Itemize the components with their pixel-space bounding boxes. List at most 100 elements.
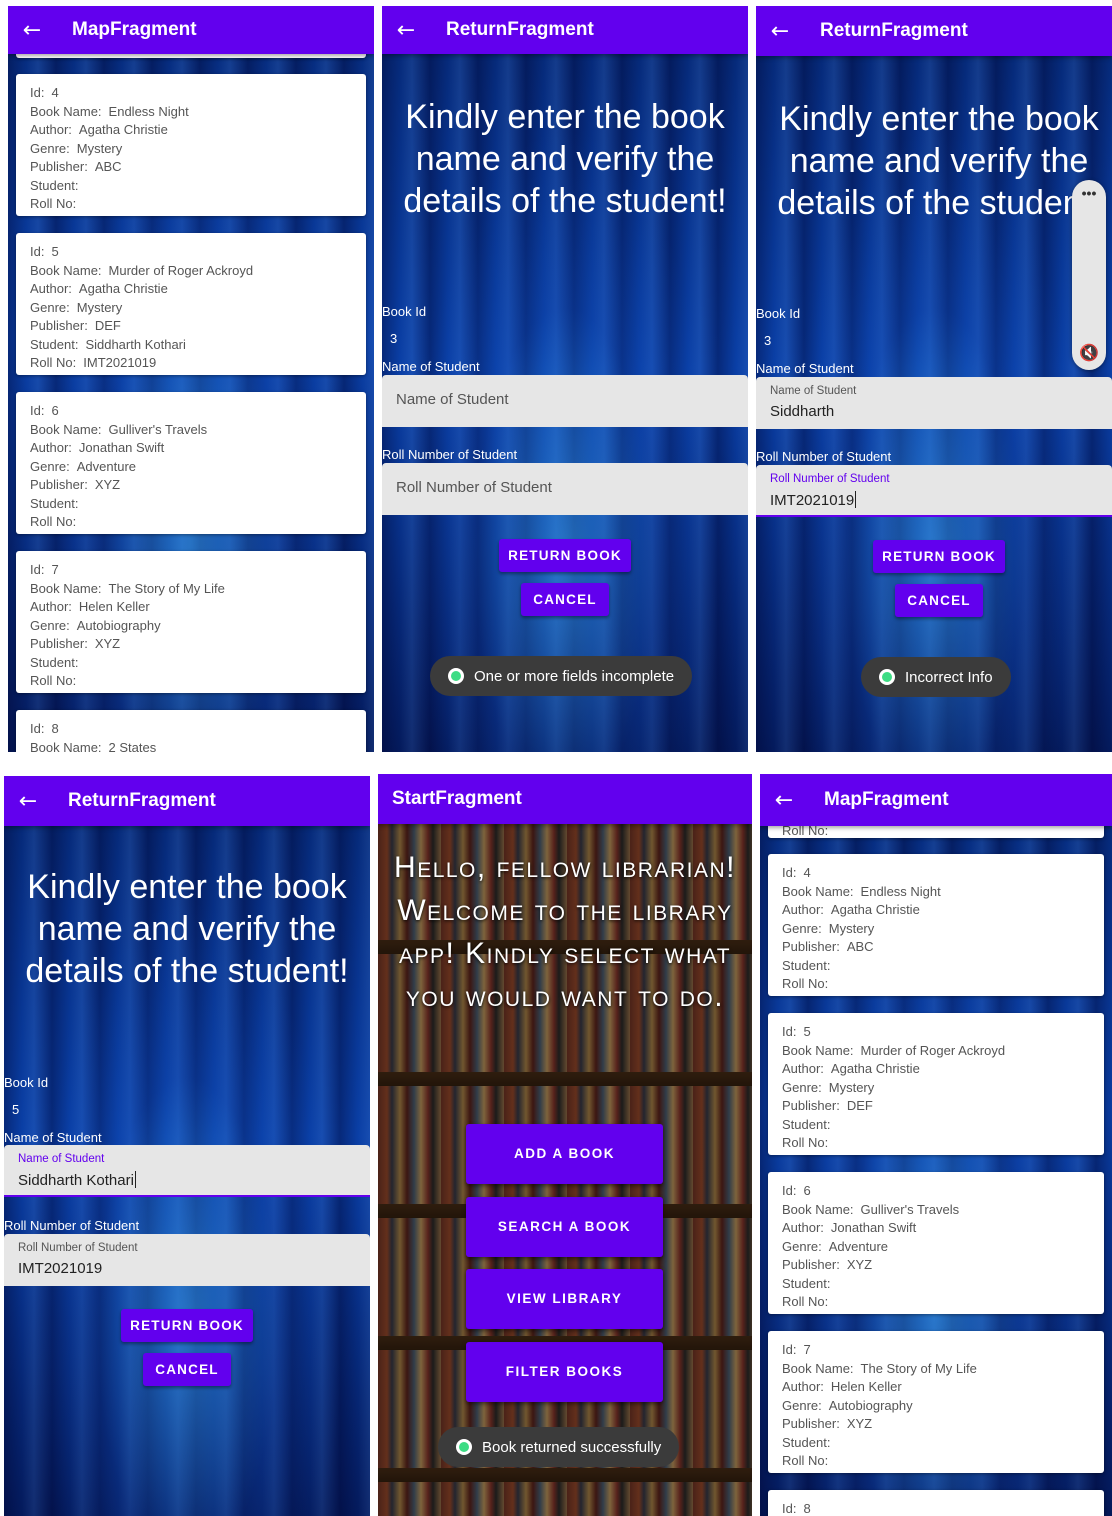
return-heading: Kindly enter the book name and verify th… [403, 98, 727, 220]
toast-message: Incorrect Info [861, 657, 1011, 697]
mute-icon[interactable]: 🔇 [1072, 343, 1106, 362]
field-key: Genre: [30, 617, 70, 633]
field-key: Student: [782, 957, 831, 973]
book-name: Murder of Roger Ackroyd [860, 1042, 1006, 1058]
more-options-icon[interactable]: ••• [1072, 185, 1106, 201]
field-key: Book Name: [30, 262, 102, 278]
book-publisher: XYZ [846, 1416, 873, 1431]
book-genre: Mystery [76, 140, 123, 156]
roll-number-label: Roll Number of Student [4, 1218, 140, 1233]
book-author: Helen Keller [78, 599, 150, 614]
field-key: Publisher: [30, 477, 88, 492]
book-publisher: ABC [94, 159, 122, 174]
book-id-label: Book Id [756, 306, 801, 321]
book-publisher: XYZ [94, 477, 121, 492]
list-item[interactable]: Id: 4 Book Name: Endless Night Author: Agat… [16, 74, 366, 216]
cancel-button[interactable]: CANCEL [143, 1353, 231, 1386]
back-arrow-icon[interactable]: ← [382, 18, 430, 43]
book-author: Agatha Christie [830, 902, 920, 917]
field-key: Id: [782, 1183, 797, 1198]
app-bar-title: ReturnFragment [446, 19, 594, 40]
field-key: Author: [782, 1220, 824, 1235]
list-item[interactable]: Id: 7 Book Name: The Story of My Life Auth… [768, 1331, 1104, 1473]
roll-number-field[interactable]: Roll Number of Student IMT2021019 [4, 1234, 370, 1286]
return-book-button[interactable]: RETURN BOOK [873, 540, 1005, 573]
back-arrow-icon[interactable]: ← [8, 18, 56, 43]
list-item[interactable]: Id: 6 Book Name: Gulliver's Travels Author… [768, 1172, 1104, 1314]
toast-text: Book returned successfully [482, 1438, 662, 1456]
toast-text: One or more fields incomplete [474, 667, 675, 685]
field-key: Genre: [30, 299, 70, 315]
field-key: Id: [30, 721, 45, 736]
toast-message: One or more fields incomplete [430, 656, 693, 696]
list-item[interactable]: Id: 6 Book Name: Gulliver's Travels Author… [16, 392, 366, 534]
field-key: Genre: [30, 458, 70, 474]
field-key: Book Name: [30, 739, 102, 753]
book-genre: Autobiography [76, 617, 161, 633]
roll-number-field[interactable]: Roll Number of Student IMT2021019 [756, 465, 1112, 517]
book-genre: Mystery [76, 299, 123, 315]
screen-return-filled: ← ReturnFragment Kindly enter the book n… [4, 776, 370, 1516]
book-name: Endless Night [860, 883, 941, 899]
back-arrow-icon[interactable]: ← [756, 19, 804, 44]
list-item[interactable]: Id: 7 Book Name: The Story of My Life Auth… [16, 551, 366, 693]
list-item[interactable]: Id: 5 Book Name: Murder of Roger Ackroyd A… [16, 233, 366, 375]
field-key: Book Name: [782, 1360, 854, 1376]
book-id: 5 [51, 244, 59, 259]
field-key: Publisher: [30, 159, 88, 174]
book-name: Gulliver's Travels [108, 421, 208, 437]
roll-number-float-label: Roll Number of Student [18, 1242, 138, 1254]
field-key: Student: [782, 1116, 831, 1132]
field-key: Author: [30, 122, 72, 137]
back-arrow-icon[interactable]: ← [760, 788, 808, 813]
field-key: Author: [782, 1379, 824, 1394]
return-book-button[interactable]: RETURN BOOK [121, 1309, 253, 1342]
list-item[interactable]: Id: 4 Book Name: Endless Night Author: Agat… [768, 854, 1104, 996]
field-key: Genre: [782, 920, 822, 936]
field-key: Publisher: [30, 636, 88, 651]
screen-map-list-1: ← MapFragment Id: 4 Book Name: Endless Nig… [8, 6, 374, 752]
return-book-button[interactable]: RETURN BOOK [499, 539, 631, 572]
field-key: Book Name: [782, 883, 854, 899]
roll-number-value: IMT2021019 [18, 1260, 103, 1277]
add-book-button[interactable]: ADD A BOOK [466, 1124, 663, 1184]
field-key: Id: [30, 403, 45, 418]
field-key: Student: [30, 654, 79, 670]
back-arrow-icon[interactable]: ← [4, 789, 52, 814]
book-id: 7 [803, 1342, 811, 1357]
volume-panel[interactable]: ••• 🔇 [1072, 180, 1106, 370]
roll-number-field[interactable]: Roll Number of Student [382, 463, 748, 515]
list-item[interactable]: Id: 8 [768, 1490, 1104, 1516]
field-key: Student: [782, 1434, 831, 1450]
book-name: Gulliver's Travels [860, 1201, 960, 1217]
list-item[interactable]: Id: 8 Book Name: 2 States [16, 710, 366, 752]
book-id: 7 [51, 562, 59, 577]
field-key: Author: [30, 281, 72, 296]
book-author: Agatha Christie [830, 1061, 920, 1076]
book-author: Helen Keller [830, 1379, 902, 1394]
view-library-button[interactable]: VIEW LIBRARY [466, 1269, 663, 1329]
book-publisher: XYZ [94, 636, 121, 651]
book-id: 6 [803, 1183, 811, 1198]
field-key: Publisher: [782, 939, 840, 954]
student-name-field[interactable]: Name of Student [382, 375, 748, 427]
screen-return-incorrect: ← ReturnFragment Kindly enter the book n… [756, 6, 1112, 752]
filter-books-button[interactable]: FILTER BOOKS [466, 1342, 663, 1402]
app-bar: ← MapFragment [760, 774, 1112, 826]
list-item[interactable]: Id: 5 Book Name: Murder of Roger Ackroyd A… [768, 1013, 1104, 1155]
book-genre: Mystery [828, 920, 875, 936]
student-name-field[interactable]: Name of Student Siddharth [756, 377, 1112, 429]
book-name: The Story of My Life [860, 1360, 977, 1376]
student-name-field[interactable]: Name of Student Siddharth Kothari [4, 1145, 370, 1197]
cancel-button[interactable]: CANCEL [521, 583, 609, 616]
search-book-button[interactable]: SEARCH A BOOK [466, 1197, 663, 1257]
cancel-button[interactable]: CANCEL [895, 584, 983, 617]
field-key: Genre: [782, 1238, 822, 1254]
book-publisher: DEF [846, 1098, 873, 1113]
field-key: Publisher: [782, 1098, 840, 1113]
book-id: 4 [803, 865, 811, 880]
field-key: Id: [30, 244, 45, 259]
roll-number-label: Roll Number of Student [756, 449, 892, 464]
field-key: Author: [782, 1061, 824, 1076]
field-key: Student: [30, 336, 79, 352]
